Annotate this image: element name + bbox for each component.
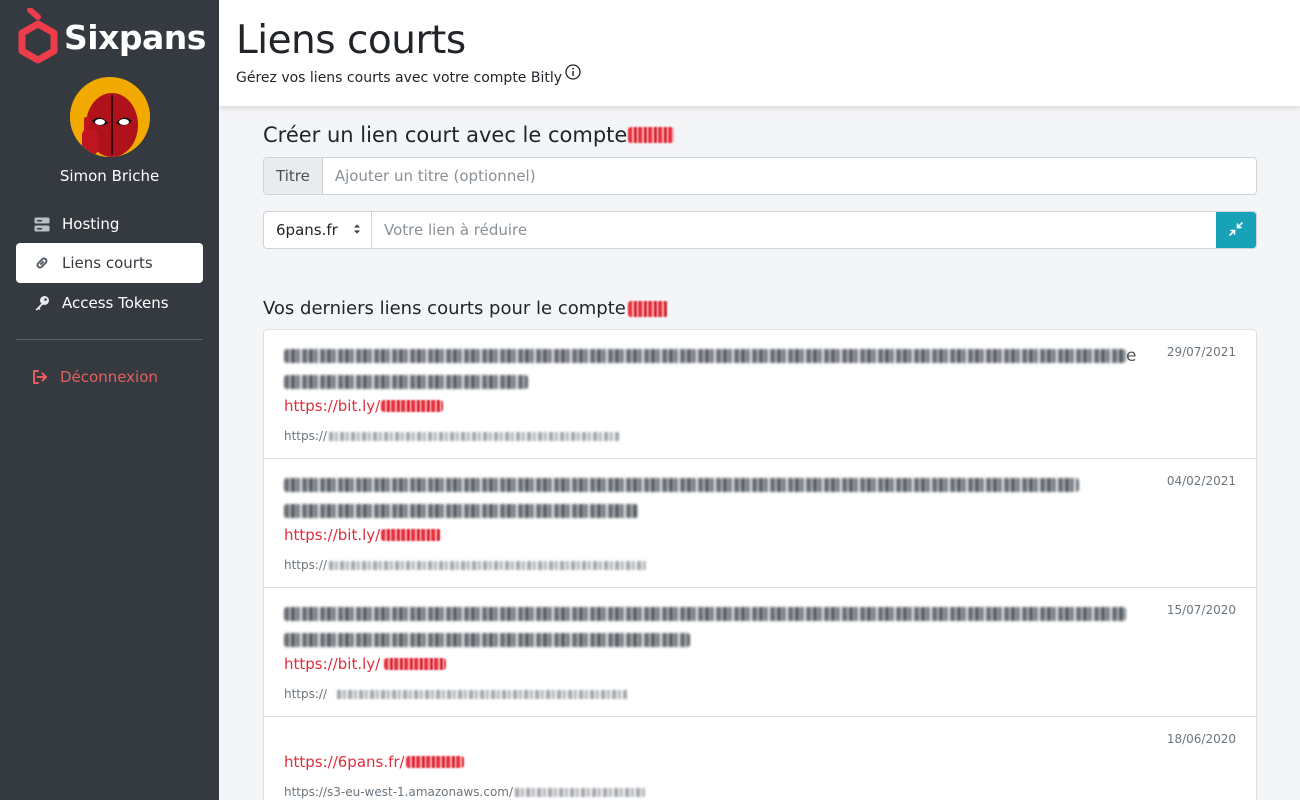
title-input-group: Titre Ajouter un titre (optionnel) bbox=[263, 157, 1257, 195]
title-addon-label: Titre bbox=[264, 158, 323, 194]
list-item[interactable]: 15/07/2020 https://bit.ly/ https:// bbox=[264, 588, 1256, 717]
redacted-account-name bbox=[627, 300, 668, 317]
short-link-prefix: https://6pans.fr/ bbox=[284, 753, 405, 771]
link-input-group: 6pans.fr Votre lien à réduire bbox=[263, 211, 1257, 249]
page-subtitle: Gérez vos liens courts avec votre compte… bbox=[236, 64, 581, 86]
title-input[interactable]: Ajouter un titre (optionnel) bbox=[323, 158, 1256, 194]
subtitle-text: Gérez vos liens courts avec votre compte… bbox=[236, 70, 563, 86]
link-date: 18/06/2020 bbox=[1166, 732, 1236, 746]
link-title bbox=[284, 606, 1126, 622]
original-url-prefix: https://s3-eu-west-1.amazonaws.com/ bbox=[284, 785, 514, 799]
select-caret-icon bbox=[353, 223, 361, 238]
sidebar-item-label: Liens courts bbox=[62, 254, 153, 272]
short-link-prefix: https://bit.ly/ bbox=[284, 526, 381, 544]
original-url-prefix: https:// bbox=[284, 558, 328, 572]
redacted-title bbox=[284, 349, 1126, 363]
original-url-prefix: https:// bbox=[284, 687, 328, 701]
link-title-line-2 bbox=[284, 374, 528, 390]
original-url[interactable]: https:// bbox=[284, 558, 648, 572]
page-title: Liens courts bbox=[236, 18, 466, 63]
redacted-short-code bbox=[405, 756, 464, 768]
redacted-short-code bbox=[381, 400, 444, 412]
short-link[interactable]: https://bit.ly/ bbox=[284, 397, 444, 415]
sidebar-item-hosting[interactable]: Hosting bbox=[16, 204, 203, 244]
brand-name: Sixpans bbox=[64, 17, 206, 57]
sidebar-item-access-tokens[interactable]: Access Tokens bbox=[16, 283, 203, 323]
long-url-input[interactable]: Votre lien à réduire bbox=[372, 212, 1216, 248]
redacted-title bbox=[284, 375, 528, 389]
domain-select[interactable]: 6pans.fr bbox=[264, 212, 372, 248]
redacted-url bbox=[337, 689, 628, 699]
original-url[interactable]: https://s3-eu-west-1.amazonaws.com/ bbox=[284, 785, 646, 799]
sign-out-icon bbox=[32, 369, 48, 385]
sidebar-divider bbox=[16, 339, 203, 340]
sidebar-item-liens-courts[interactable]: Liens courts bbox=[16, 243, 203, 283]
sidebar-item-label: Access Tokens bbox=[62, 294, 169, 312]
redacted-title bbox=[284, 607, 1126, 621]
list-item[interactable]: 18/06/2020 https://6pans.fr/ https://s3-… bbox=[264, 717, 1256, 800]
shorten-button[interactable] bbox=[1216, 212, 1256, 248]
original-url-prefix: https:// bbox=[284, 429, 328, 443]
link-title-line-2 bbox=[284, 503, 638, 519]
redacted-title bbox=[284, 478, 1079, 492]
server-icon bbox=[34, 216, 50, 232]
short-link[interactable]: https://bit.ly/ bbox=[284, 655, 447, 673]
short-link[interactable]: https://6pans.fr/ bbox=[284, 753, 464, 771]
list-heading-text: Vos derniers liens courts pour le compte bbox=[263, 298, 626, 319]
domain-select-value: 6pans.fr bbox=[276, 221, 338, 239]
short-link-prefix: https://bit.ly/ bbox=[284, 655, 381, 673]
create-heading-text: Créer un lien court avec le compte bbox=[263, 123, 628, 147]
avatar-image bbox=[70, 77, 150, 157]
key-icon bbox=[34, 295, 50, 311]
logout-button[interactable]: Déconnexion bbox=[16, 357, 203, 397]
link-title: e bbox=[284, 346, 1137, 366]
list-item[interactable]: 04/02/2021 https://bit.ly/ https:// bbox=[264, 459, 1256, 588]
user-name: Simon Briche bbox=[59, 167, 160, 185]
redacted-title bbox=[284, 633, 690, 647]
link-date: 29/07/2021 bbox=[1166, 345, 1236, 359]
link-date: 04/02/2021 bbox=[1166, 474, 1236, 488]
avatar[interactable] bbox=[70, 77, 150, 157]
compress-icon bbox=[1229, 221, 1243, 240]
short-link[interactable]: https://bit.ly/ bbox=[284, 526, 442, 544]
list-heading: Vos derniers liens courts pour le compte bbox=[263, 298, 668, 319]
link-title bbox=[284, 477, 1079, 493]
redacted-account-name bbox=[628, 127, 675, 143]
create-heading: Créer un lien court avec le compte bbox=[263, 123, 675, 147]
redacted-url bbox=[329, 431, 620, 441]
brand-logo[interactable]: Sixpans bbox=[16, 8, 206, 66]
info-icon[interactable] bbox=[565, 64, 581, 84]
sidebar-item-label: Hosting bbox=[62, 215, 120, 233]
redacted-short-code bbox=[384, 658, 447, 670]
title-suffix: e bbox=[1126, 346, 1137, 366]
link-date: 15/07/2020 bbox=[1166, 603, 1236, 617]
logout-label: Déconnexion bbox=[60, 368, 158, 386]
sixpans-logo-icon bbox=[18, 8, 58, 64]
link-icon bbox=[34, 255, 50, 271]
original-url[interactable]: https:// bbox=[284, 687, 628, 701]
list-item[interactable]: 29/07/2021 e https://bit.ly/ https:// bbox=[264, 330, 1256, 459]
page-header: Liens courts Gérez vos liens courts avec… bbox=[219, 0, 1300, 106]
link-title-line-2 bbox=[284, 632, 690, 648]
original-url[interactable]: https:// bbox=[284, 429, 620, 443]
redacted-title bbox=[284, 504, 638, 518]
sidebar: Sixpans Simon Briche Hosting Liens court… bbox=[0, 0, 219, 800]
short-links-list: 29/07/2021 e https://bit.ly/ https:// 04… bbox=[263, 329, 1257, 800]
redacted-url bbox=[329, 560, 648, 570]
redacted-short-code bbox=[381, 529, 442, 541]
short-link-prefix: https://bit.ly/ bbox=[284, 397, 381, 415]
redacted-url bbox=[515, 787, 646, 797]
